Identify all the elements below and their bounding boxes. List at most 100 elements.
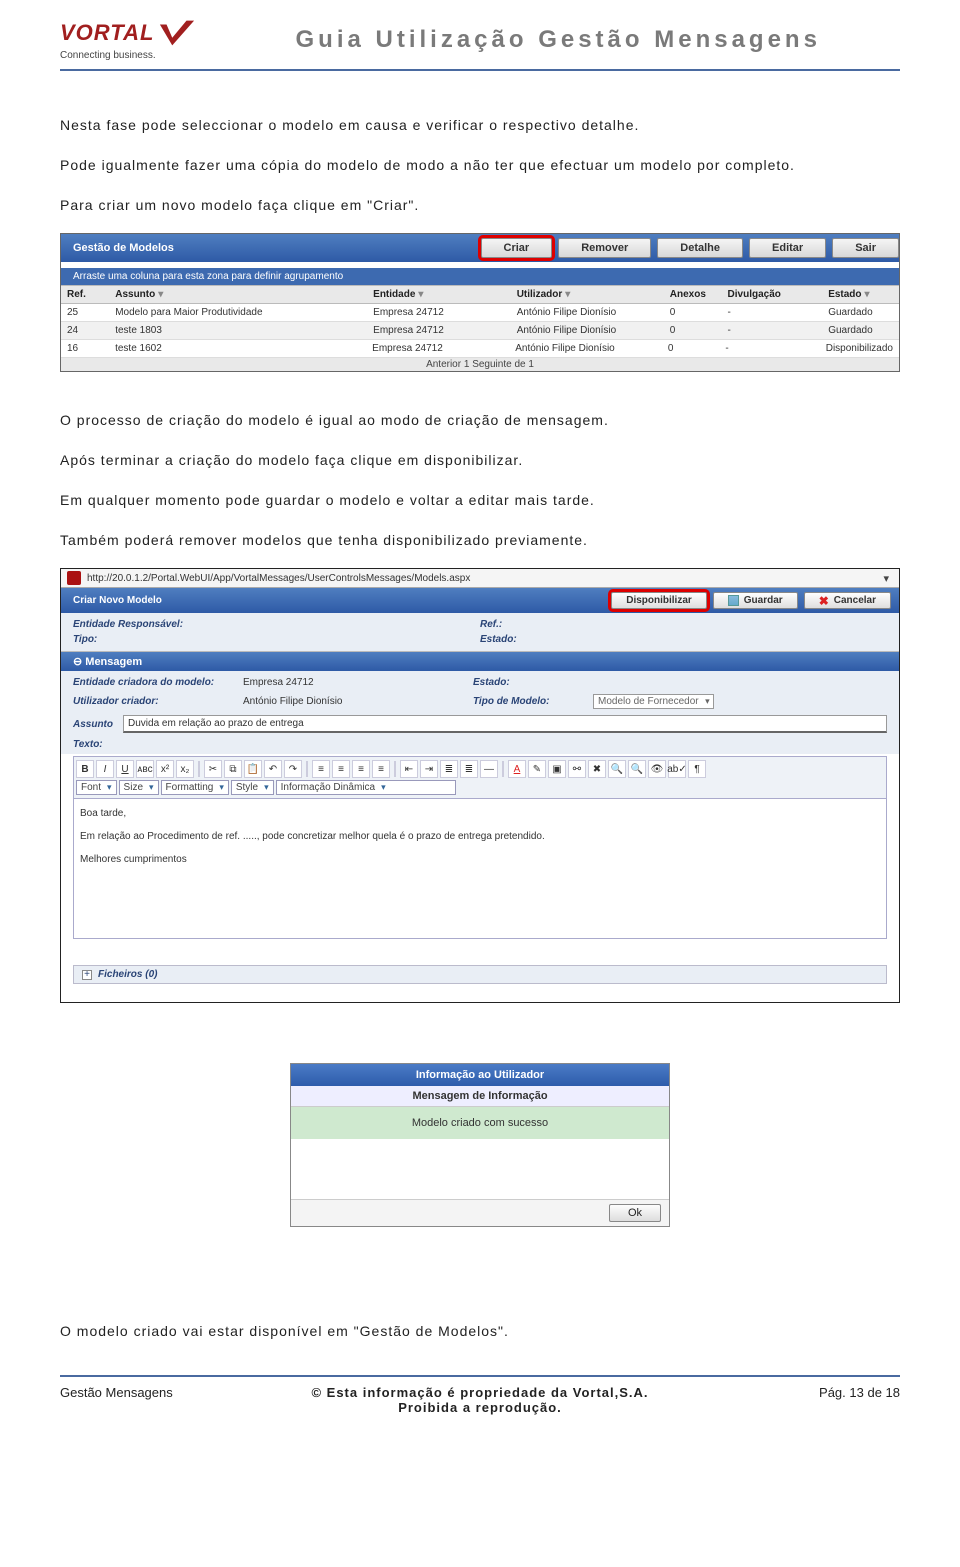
col-anexos[interactable]: Anexos — [664, 286, 722, 303]
info-dialog: Informação ao Utilizador Mensagem de Inf… — [290, 1063, 670, 1227]
remove-format-icon[interactable]: ✖ — [588, 760, 606, 778]
indent-icon[interactable]: ⇥ — [420, 760, 438, 778]
logo-tagline: Connecting business. — [60, 50, 156, 61]
assunto-input[interactable]: Duvida em relação ao prazo de entrega — [123, 715, 887, 733]
entidade-criadora-value: Empresa 24712 — [243, 677, 473, 688]
undo-icon[interactable]: ↶ — [264, 760, 282, 778]
link-icon[interactable]: ⚯ — [568, 760, 586, 778]
formatting-dropdown[interactable]: Formatting▾ — [161, 780, 229, 795]
col-entidade[interactable]: Entidade — [373, 289, 415, 300]
table-row[interactable]: 25 Modelo para Maior Produtividade Empre… — [61, 304, 899, 322]
footer-page-number: Pág. 13 de 18 — [700, 1385, 900, 1400]
font-color-icon[interactable]: A — [508, 760, 526, 778]
estado-label: Estado: — [473, 677, 593, 688]
bold-icon[interactable]: B — [76, 760, 94, 778]
find-icon[interactable]: 👁 — [648, 760, 666, 778]
zoom-in-icon[interactable]: 🔍 — [608, 760, 626, 778]
tipo-label: Tipo: — [73, 634, 480, 645]
outdent-icon[interactable]: ⇤ — [400, 760, 418, 778]
texto-label: Texto: — [73, 739, 887, 750]
strike-icon[interactable]: ᴀʙᴄ — [136, 760, 154, 778]
superscript-icon[interactable]: x² — [156, 760, 174, 778]
paste-icon[interactable]: 📋 — [244, 760, 262, 778]
col-divulgacao[interactable]: Divulgação — [722, 286, 823, 303]
page-header: VORTAL Connecting business. Guia Utiliza… — [60, 0, 900, 71]
table-row[interactable]: 16 teste 1602 Empresa 24712 António Fili… — [61, 340, 899, 358]
cut-icon[interactable]: ✂ — [204, 760, 222, 778]
col-ref[interactable]: Ref. — [61, 286, 109, 303]
italic-icon[interactable]: I — [96, 760, 114, 778]
table-row[interactable]: 24 teste 1803 Empresa 24712 António Fili… — [61, 322, 899, 340]
redo-icon[interactable]: ↷ — [284, 760, 302, 778]
dropdown-icon[interactable]: ▾ — [879, 572, 893, 585]
numbered-list-icon[interactable]: ≣ — [440, 760, 458, 778]
screenshot-gestao-modelos: Gestão de Modelos Criar Remover Detalhe … — [60, 233, 900, 372]
paragraph: Em qualquer momento pode guardar o model… — [60, 486, 900, 514]
pager[interactable]: Anterior 1 Seguinte de 1 — [61, 358, 899, 371]
tipo-modelo-select[interactable]: Modelo de Fornecedor — [593, 694, 714, 709]
editar-button[interactable]: Editar — [749, 238, 826, 258]
zoom-out-icon[interactable]: 🔍 — [628, 760, 646, 778]
page-footer: Gestão Mensagens © Esta informação é pro… — [60, 1375, 900, 1415]
filter-icon[interactable]: ▾ — [865, 289, 870, 300]
panel-title: Criar Novo Modelo — [73, 595, 162, 606]
address-bar[interactable]: http://20.0.1.2/Portal.WebUI/App/VortalM… — [87, 573, 879, 584]
underline-icon[interactable]: U — [116, 760, 134, 778]
symbol-icon[interactable]: ¶ — [688, 760, 706, 778]
paragraph: Nesta fase pode seleccionar o modelo em … — [60, 111, 900, 139]
logo-checkmark-icon — [158, 18, 196, 48]
dialog-subtitle: Mensagem de Informação — [291, 1086, 669, 1107]
group-drop-zone[interactable]: Arraste uma coluna para esta zona para d… — [61, 268, 899, 285]
spellcheck-icon[interactable]: ab✓ — [668, 760, 686, 778]
ok-button[interactable]: Ok — [609, 1204, 661, 1222]
panel-title: Gestão de Modelos — [73, 242, 174, 254]
dialog-message: Modelo criado com sucesso — [291, 1107, 669, 1139]
browser-favicon-icon — [67, 571, 81, 585]
filter-icon[interactable]: ▾ — [418, 289, 423, 300]
detalhe-button[interactable]: Detalhe — [657, 238, 743, 258]
expand-icon[interactable]: + — [82, 970, 92, 980]
col-assunto[interactable]: Assunto — [115, 289, 155, 300]
disponibilizar-button[interactable]: Disponibilizar — [611, 592, 707, 609]
cancelar-button[interactable]: ✖ Cancelar — [804, 592, 891, 609]
image-icon[interactable]: ▣ — [548, 760, 566, 778]
logo: VORTAL Connecting business. — [60, 18, 196, 61]
align-center-icon[interactable]: ≡ — [332, 760, 350, 778]
paragraph: O modelo criado vai estar disponível em … — [60, 1317, 900, 1345]
ficheiros-section[interactable]: + Ficheiros (0) — [73, 965, 887, 984]
document-title: Guia Utilização Gestão Mensagens — [216, 26, 900, 54]
font-dropdown[interactable]: Font▾ — [76, 780, 117, 795]
entidade-responsavel-label: Entidade Responsável: — [73, 619, 480, 630]
assunto-label: Assunto — [73, 719, 113, 730]
style-dropdown[interactable]: Style▾ — [231, 780, 274, 795]
tipo-modelo-label: Tipo de Modelo: — [473, 696, 593, 707]
paragraph: O processo de criação do modelo é igual … — [60, 406, 900, 434]
dynamic-info-dropdown[interactable]: Informação Dinâmica▾ — [276, 780, 456, 795]
footer-notice: Proibida a reprodução. — [260, 1400, 700, 1415]
guardar-button[interactable]: Guardar — [713, 592, 798, 609]
screenshot-criar-modelo: http://20.0.1.2/Portal.WebUI/App/VortalM… — [60, 568, 900, 1003]
bullet-list-icon[interactable]: ≣ — [460, 760, 478, 778]
align-right-icon[interactable]: ≡ — [352, 760, 370, 778]
hr-icon[interactable]: — — [480, 760, 498, 778]
align-justify-icon[interactable]: ≡ — [372, 760, 390, 778]
highlight-icon[interactable]: ✎ — [528, 760, 546, 778]
sair-button[interactable]: Sair — [832, 238, 899, 258]
estado-label: Estado: — [480, 634, 887, 645]
richtext-editor[interactable]: Boa tarde, Em relação ao Procedimento de… — [73, 799, 887, 939]
dialog-title: Informação ao Utilizador — [291, 1064, 669, 1086]
paragraph: Após terminar a criação do modelo faça c… — [60, 446, 900, 474]
table-header-row: Ref. Assunto▾ Entidade▾ Utilizador▾ Anex… — [61, 285, 899, 304]
subscript-icon[interactable]: x₂ — [176, 760, 194, 778]
remover-button[interactable]: Remover — [558, 238, 651, 258]
size-dropdown[interactable]: Size▾ — [119, 780, 159, 795]
criar-button[interactable]: Criar — [481, 238, 553, 258]
paragraph: Para criar um novo modelo faça clique em… — [60, 191, 900, 219]
filter-icon[interactable]: ▾ — [158, 289, 163, 300]
utilizador-criador-label: Utilizador criador: — [73, 696, 243, 707]
copy-icon[interactable]: ⧉ — [224, 760, 242, 778]
col-estado[interactable]: Estado — [828, 289, 861, 300]
filter-icon[interactable]: ▾ — [565, 289, 570, 300]
col-utilizador[interactable]: Utilizador — [517, 289, 563, 300]
align-left-icon[interactable]: ≡ — [312, 760, 330, 778]
